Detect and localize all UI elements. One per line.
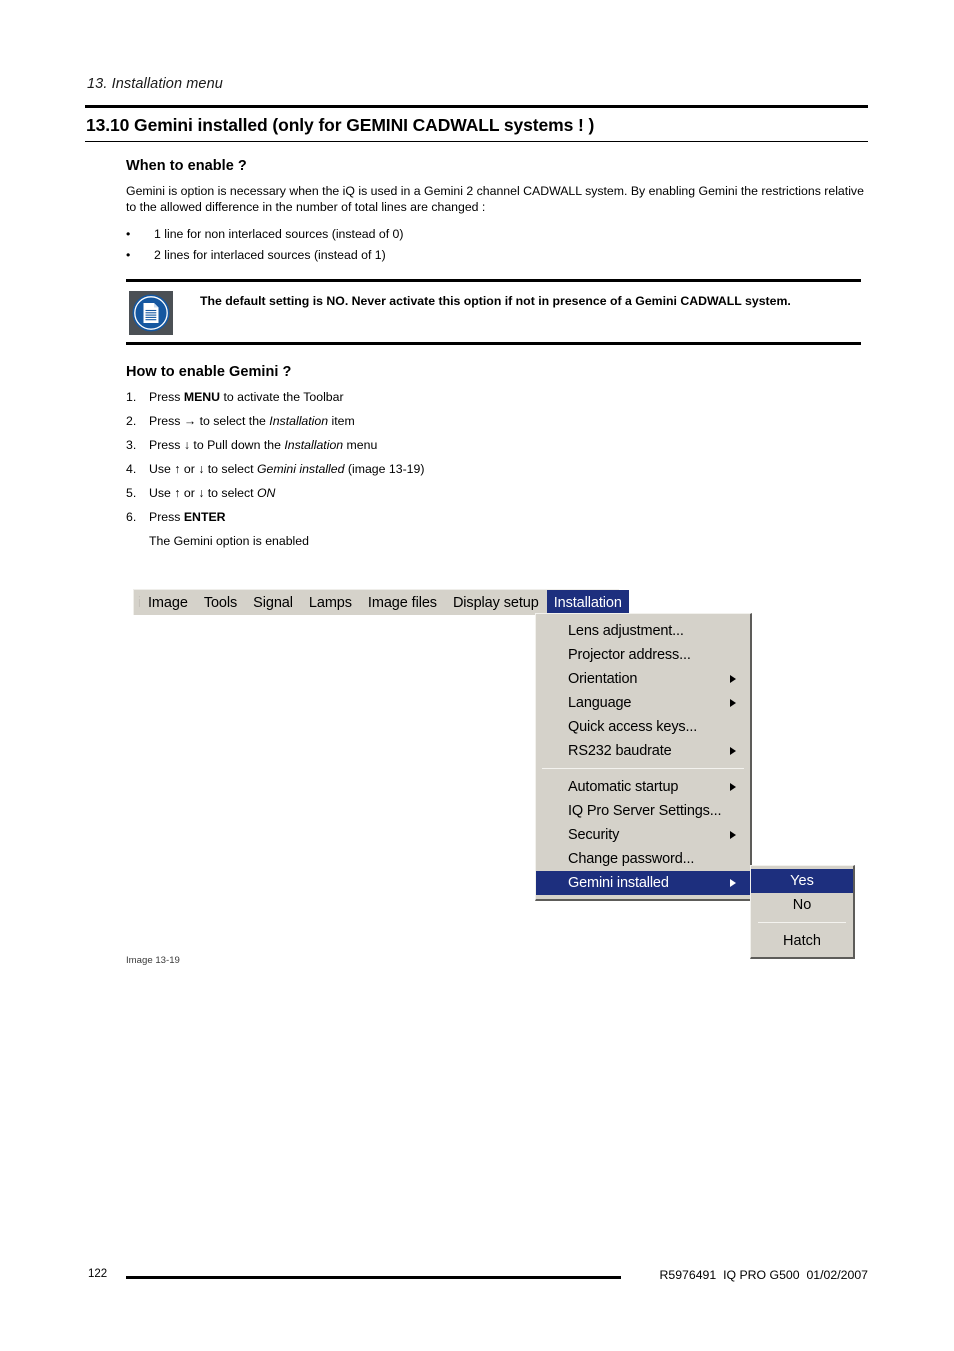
osd-menubar: i Image Tools Signal Lamps Image files D… — [133, 589, 629, 615]
submenu-arrow-icon — [730, 699, 736, 707]
menu-item-automatic-startup-label: Automatic startup — [568, 779, 679, 795]
bullet-marker: • — [126, 248, 131, 262]
step-number: 3. — [126, 438, 137, 452]
submenu-arrow-icon — [730, 879, 736, 887]
running-head: 13. Installation menu — [87, 76, 223, 92]
menubar-item-image-files[interactable]: Image files — [360, 590, 445, 615]
bullet-label: 1 line for non interlaced sources (inste… — [154, 227, 404, 241]
menu-item-orientation-label: Orientation — [568, 671, 638, 687]
how-to-enable-heading: How to enable Gemini ? — [126, 364, 292, 380]
step-label: Press ↓ to Pull down the Installation me… — [149, 438, 378, 452]
figure-caption: Image 13-19 — [126, 955, 180, 966]
menubar-item-image[interactable]: Image — [140, 590, 196, 615]
menu-item-orientation[interactable]: Orientation — [536, 667, 750, 691]
step-label: Press ENTER — [149, 510, 226, 524]
page-title: 13.10 Gemini installed (only for GEMINI … — [86, 115, 595, 135]
menu-item-change-password[interactable]: Change password... — [536, 847, 750, 871]
menu-item-language-label: Language — [568, 695, 632, 711]
menu-item-quick-access-keys[interactable]: Quick access keys... — [536, 715, 750, 739]
step-number: 1. — [126, 390, 137, 404]
step-number: 6. — [126, 510, 137, 524]
menu-item-iq-pro-server-settings[interactable]: IQ Pro Server Settings... — [536, 799, 750, 823]
submenu-arrow-icon — [730, 831, 736, 839]
menu-item-gemini-installed[interactable]: Gemini installed — [536, 871, 750, 895]
step-number: 5. — [126, 486, 137, 500]
submenu-arrow-icon — [730, 675, 736, 683]
menu-item-language[interactable]: Language — [536, 691, 750, 715]
submenu-arrow-icon — [730, 783, 736, 791]
menubar-item-signal[interactable]: Signal — [245, 590, 301, 615]
when-to-enable-heading: When to enable ? — [126, 158, 247, 174]
step-item: 2. Press → to select the Installation it… — [126, 414, 766, 429]
menubar-item-display-setup[interactable]: Display setup — [445, 590, 547, 615]
submenu-arrow-icon — [730, 747, 736, 755]
submenu-separator — [758, 922, 846, 923]
step-number: 4. — [126, 462, 137, 476]
menu-item-security-label: Security — [568, 827, 620, 843]
bullet-item: • 1 line for non interlaced sources (ins… — [126, 227, 826, 242]
step-result-text: The Gemini option is enabled — [149, 534, 309, 548]
bullet-label: 2 lines for interlaced sources (instead … — [154, 248, 386, 262]
footer-page-number: 122 — [88, 1268, 108, 1280]
step-label: Use ↑ or ↓ to select Gemini installed (i… — [149, 462, 425, 476]
bullet-item: • 2 lines for interlaced sources (instea… — [126, 248, 826, 263]
step-item: 1. Press MENU to activate the Toolbar — [126, 390, 766, 405]
step-number: 2. — [126, 414, 137, 428]
note-text: The default setting is NO. Never activat… — [200, 294, 791, 308]
menubar-item-lamps[interactable]: Lamps — [301, 590, 360, 615]
submenu-item-hatch[interactable]: Hatch — [751, 929, 853, 953]
menu-item-gemini-installed-label: Gemini installed — [568, 875, 669, 891]
note-document-icon — [129, 291, 173, 335]
menu-item-security[interactable]: Security — [536, 823, 750, 847]
step-item: 6. Press ENTER — [126, 510, 766, 525]
step-label: Press → to select the Installation item — [149, 414, 355, 428]
installation-dropdown-menu: Lens adjustment... Projector address... … — [535, 613, 752, 901]
note-rule-top — [126, 279, 861, 282]
menu-separator — [542, 768, 744, 769]
step-label: Press MENU to activate the Toolbar — [149, 390, 344, 404]
step-item: 5. Use ↑ or ↓ to select ON — [126, 486, 766, 501]
header-rule-top — [85, 105, 868, 108]
step-label: Use ↑ or ↓ to select ON — [149, 486, 276, 500]
bullet-marker: • — [126, 227, 131, 241]
menu-item-automatic-startup[interactable]: Automatic startup — [536, 775, 750, 799]
when-to-enable-paragraph: Gemini is option is necessary when the i… — [126, 184, 864, 214]
step-item: 4. Use ↑ or ↓ to select Gemini installed… — [126, 462, 766, 477]
header-rule-bottom — [85, 141, 868, 143]
note-rule-bottom — [126, 342, 861, 345]
menubar-item-tools[interactable]: Tools — [196, 590, 245, 615]
gemini-installed-submenu: Yes No Hatch — [750, 865, 855, 959]
menu-item-rs232-baudrate-label: RS232 baudrate — [568, 743, 672, 759]
submenu-item-yes[interactable]: Yes — [751, 869, 853, 893]
figure-osd-screenshot: i Image Tools Signal Lamps Image files D… — [133, 589, 858, 959]
step-item: 3. Press ↓ to Pull down the Installation… — [126, 438, 766, 453]
menubar-item-installation[interactable]: Installation — [546, 590, 629, 615]
submenu-item-no[interactable]: No — [751, 893, 853, 917]
menu-item-projector-address[interactable]: Projector address... — [536, 643, 750, 667]
footer-document-reference: R5976491 IQ PRO G500 01/02/2007 — [659, 1268, 868, 1282]
menu-item-lens-adjustment[interactable]: Lens adjustment... — [536, 619, 750, 643]
footer-rule — [126, 1276, 621, 1279]
menu-item-rs232-baudrate[interactable]: RS232 baudrate — [536, 739, 750, 763]
